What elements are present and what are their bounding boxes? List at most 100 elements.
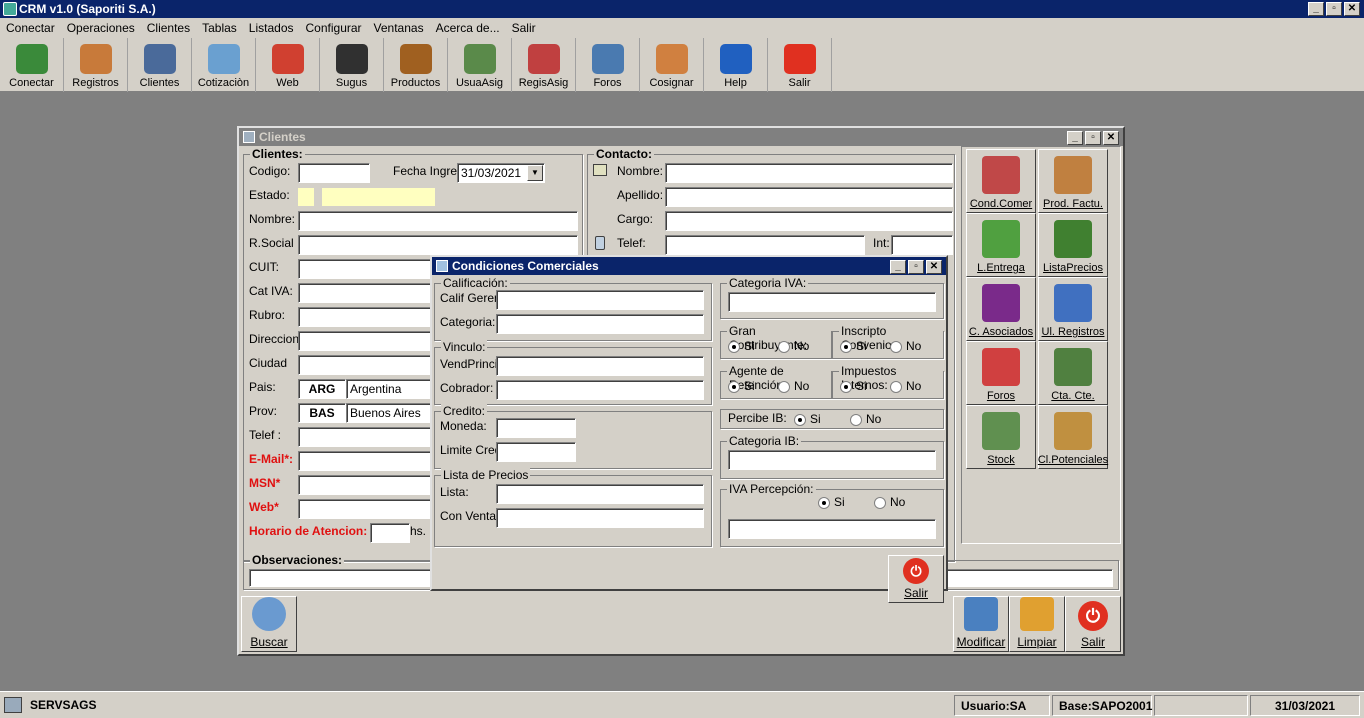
cond-salir-button[interactable]: ⏻ Salir [888, 555, 944, 603]
categoria-field[interactable] [496, 314, 704, 334]
c-apellido-label: Apellido: [617, 188, 664, 202]
salir-label: Salir [1080, 635, 1105, 649]
side-listaprecios-button[interactable]: ListaPrecios [1038, 213, 1108, 277]
magnifier-icon [252, 597, 286, 631]
pais-code-field[interactable]: ARG [298, 379, 346, 399]
toolbar-label: Help [724, 77, 747, 89]
menu-listados[interactable]: Listados [243, 21, 300, 35]
nombre-field[interactable] [298, 211, 578, 231]
categoria-ib-field[interactable] [728, 450, 936, 470]
calif-geren-field[interactable] [496, 290, 704, 310]
percibe-ib-si[interactable]: Si [794, 412, 821, 426]
fecha-ingre-combo[interactable]: 31/03/2021 ▼ [457, 163, 545, 183]
agente-ret-si[interactable]: Si [728, 379, 755, 393]
categoria-iva-field[interactable] [728, 292, 936, 312]
toolbar-registros-button[interactable]: Registros [64, 38, 128, 92]
side-casociados-button[interactable]: C. Asociados [966, 277, 1036, 341]
hs-label: hs. [410, 524, 427, 538]
c-telef-field[interactable] [665, 235, 865, 255]
agente-ret-no[interactable]: No [778, 379, 809, 393]
minimize-button[interactable]: _ [1308, 2, 1324, 16]
gran-contrib-no[interactable]: No [778, 339, 809, 353]
side-button-label: Prod. Factu. [1043, 198, 1103, 210]
toolbar-sugus-button[interactable]: Sugus [320, 38, 384, 92]
horario-field[interactable] [370, 523, 410, 543]
vendprinci-field[interactable] [496, 356, 704, 376]
toolbar-label: UsuaAsig [455, 77, 504, 89]
close-button[interactable]: ✕ [1344, 2, 1360, 16]
lista-field[interactable] [496, 484, 704, 504]
prov-code-field[interactable]: BAS [298, 403, 346, 423]
rsocial-field[interactable] [298, 235, 578, 255]
side-ctacte-button[interactable]: Cta. Cte. [1038, 341, 1108, 405]
side-condcomer-button[interactable]: Cond.Comer [966, 149, 1036, 213]
toolbar-conectar-button[interactable]: Conectar [0, 38, 64, 92]
percibe-ib-no[interactable]: No [850, 412, 881, 426]
register-icon [527, 44, 560, 74]
menu-conectar[interactable]: Conectar [0, 21, 61, 35]
close-button[interactable]: ✕ [1103, 131, 1119, 145]
side-foros-button[interactable]: Foros [966, 341, 1036, 405]
toolbar-productos-button[interactable]: Productos [384, 38, 448, 92]
menu-salir[interactable]: Salir [506, 21, 542, 35]
menu-acerca[interactable]: Acerca de... [430, 21, 506, 35]
inscripto-si[interactable]: Si [840, 339, 867, 353]
limite-cred-field[interactable] [496, 442, 576, 462]
iva-percepcion-no[interactable]: No [874, 495, 905, 509]
c-cargo-field[interactable] [665, 211, 953, 231]
chevron-down-icon[interactable]: ▼ [527, 165, 543, 181]
toolbar-cosignar-button[interactable]: Cosignar [640, 38, 704, 92]
side-ulregistros-button[interactable]: Ul. Registros [1038, 277, 1108, 341]
stock-icon [982, 412, 1020, 450]
modificar-button[interactable]: Modificar [953, 596, 1009, 652]
menu-operaciones[interactable]: Operaciones [61, 21, 141, 35]
calif-geren-label: Calif Geren: [440, 291, 505, 305]
salir-button[interactable]: ⏻ Salir [1065, 596, 1121, 652]
toolbar-cotizacin-button[interactable]: Cotizaciòn [192, 38, 256, 92]
menu-ventanas[interactable]: Ventanas [368, 21, 430, 35]
status-date: 31/03/2021 [1250, 695, 1360, 716]
cond-salir-label: Salir [903, 586, 928, 600]
c-apellido-field[interactable] [665, 187, 953, 207]
limpiar-button[interactable]: Limpiar [1009, 596, 1065, 652]
side-lentrega-button[interactable]: L.Entrega [966, 213, 1036, 277]
toolbar-foros-button[interactable]: Foros [576, 38, 640, 92]
minimize-button[interactable]: _ [890, 260, 906, 274]
inscripto-no[interactable]: No [890, 339, 921, 353]
side-button-label: Stock [987, 454, 1015, 466]
minimize-button[interactable]: _ [1067, 131, 1083, 145]
toolbar-clientes-button[interactable]: Clientes [128, 38, 192, 92]
iva-percepcion-si[interactable]: Si [818, 495, 845, 509]
gran-contrib-si[interactable]: Si [728, 339, 755, 353]
prod-factu-icon [1054, 156, 1092, 194]
close-button[interactable]: ✕ [926, 260, 942, 274]
c-int-field[interactable] [891, 235, 953, 255]
restore-button[interactable]: ▫ [1326, 2, 1342, 16]
maximize-button[interactable]: ▫ [1085, 131, 1101, 145]
side-clpotenciales-button[interactable]: Cl.Potenciales [1038, 405, 1108, 469]
cobrador-field[interactable] [496, 380, 704, 400]
menu-configurar[interactable]: Configurar [300, 21, 368, 35]
categoria-label: Categoria: [440, 315, 496, 329]
toolbar-salir-button[interactable]: Salir [768, 38, 832, 92]
imp-internos-si[interactable]: Si [840, 379, 867, 393]
side-stock-button[interactable]: Stock [966, 405, 1036, 469]
moneda-field[interactable] [496, 418, 576, 438]
iva-percepcion-label: IVA Percepción: [727, 482, 816, 496]
buscar-button[interactable]: Buscar [241, 596, 297, 652]
menu-tablas[interactable]: Tablas [196, 21, 243, 35]
con-venta-field[interactable] [496, 508, 704, 528]
status-bar: SERVSAGS Usuario:SA Base:SAPO2001 31/03/… [0, 691, 1364, 718]
toolbar-label: Cotizaciòn [197, 77, 250, 89]
side-prodfactu-button[interactable]: Prod. Factu. [1038, 149, 1108, 213]
toolbar-regisasig-button[interactable]: RegisAsig [512, 38, 576, 92]
toolbar-help-button[interactable]: Help [704, 38, 768, 92]
maximize-button[interactable]: ▫ [908, 260, 924, 274]
toolbar-usuaasig-button[interactable]: UsuaAsig [448, 38, 512, 92]
codigo-field[interactable] [298, 163, 370, 183]
iva-percepcion-field[interactable] [728, 519, 936, 539]
c-nombre-field[interactable] [665, 163, 953, 183]
toolbar-web-button[interactable]: Web [256, 38, 320, 92]
menu-clientes[interactable]: Clientes [141, 21, 196, 35]
imp-internos-no[interactable]: No [890, 379, 921, 393]
